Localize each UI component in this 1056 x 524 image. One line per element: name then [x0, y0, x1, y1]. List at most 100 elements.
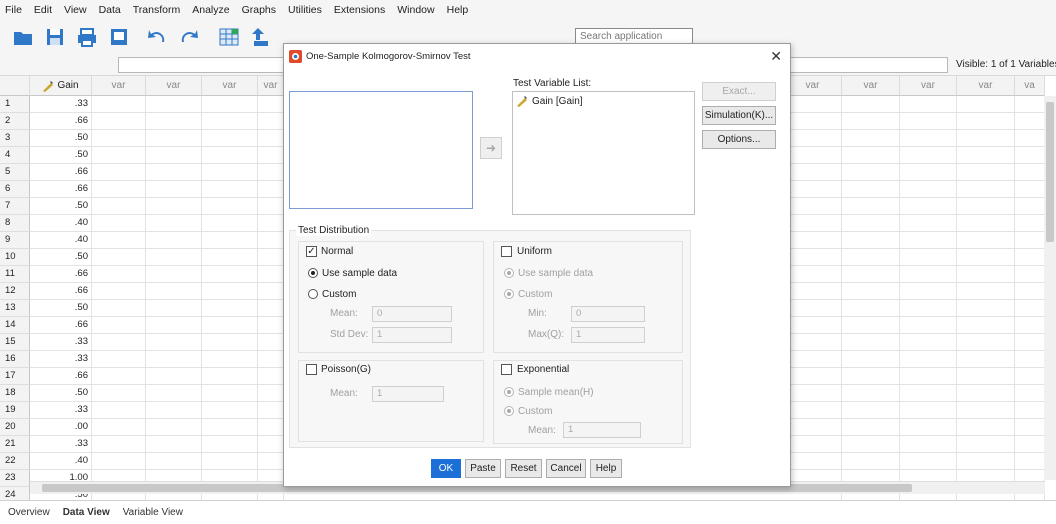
normal-custom-radio[interactable] — [308, 289, 318, 299]
table-cell[interactable] — [92, 232, 146, 249]
table-cell[interactable] — [92, 96, 146, 113]
table-cell[interactable] — [842, 453, 900, 470]
table-cell[interactable] — [146, 334, 202, 351]
table-cell[interactable] — [202, 419, 258, 436]
tab-overview[interactable]: Overview — [0, 507, 55, 518]
column-header-var[interactable]: var — [92, 76, 146, 96]
exponential-mean-input[interactable]: 1 — [563, 422, 641, 438]
table-cell[interactable] — [258, 368, 284, 385]
normal-use-sample-radio[interactable] — [308, 268, 318, 278]
table-cell[interactable] — [1015, 317, 1045, 334]
table-cell[interactable] — [842, 436, 900, 453]
table-cell[interactable] — [1015, 113, 1045, 130]
table-cell[interactable] — [92, 266, 146, 283]
table-cell[interactable] — [1015, 164, 1045, 181]
goto-case-icon[interactable] — [218, 26, 240, 48]
tab-variable-view[interactable]: Variable View — [115, 507, 188, 518]
table-cell[interactable] — [957, 402, 1015, 419]
table-cell[interactable] — [92, 385, 146, 402]
table-cell[interactable] — [900, 453, 957, 470]
table-cell[interactable]: .40 — [30, 215, 92, 232]
table-cell[interactable] — [900, 181, 957, 198]
menu-transform[interactable]: Transform — [128, 4, 187, 16]
table-cell[interactable] — [202, 334, 258, 351]
options-button[interactable]: Options... — [702, 130, 776, 149]
table-cell[interactable] — [1015, 402, 1045, 419]
table-cell[interactable] — [1015, 266, 1045, 283]
poisson-checkbox[interactable] — [306, 364, 317, 375]
exact-button[interactable]: Exact... — [702, 82, 776, 101]
row-header[interactable]: 15 — [0, 334, 30, 351]
table-cell[interactable] — [842, 385, 900, 402]
table-cell[interactable] — [1015, 147, 1045, 164]
row-header[interactable]: 21 — [0, 436, 30, 453]
table-cell[interactable] — [258, 334, 284, 351]
row-header[interactable]: 17 — [0, 368, 30, 385]
table-cell[interactable] — [784, 198, 842, 215]
exponential-checkbox[interactable] — [501, 364, 512, 375]
table-cell[interactable] — [1015, 198, 1045, 215]
table-cell[interactable] — [202, 368, 258, 385]
table-cell[interactable] — [92, 419, 146, 436]
table-cell[interactable] — [957, 249, 1015, 266]
table-cell[interactable] — [957, 368, 1015, 385]
table-cell[interactable] — [202, 436, 258, 453]
table-cell[interactable] — [258, 249, 284, 266]
table-cell[interactable] — [1015, 368, 1045, 385]
table-cell[interactable]: .50 — [30, 300, 92, 317]
help-button[interactable]: Help — [590, 459, 622, 478]
table-cell[interactable] — [900, 436, 957, 453]
uniform-use-sample-radio[interactable] — [504, 268, 514, 278]
table-cell[interactable] — [146, 198, 202, 215]
table-cell[interactable] — [900, 402, 957, 419]
table-cell[interactable] — [900, 147, 957, 164]
table-cell[interactable] — [258, 215, 284, 232]
table-cell[interactable] — [258, 198, 284, 215]
table-cell[interactable] — [92, 181, 146, 198]
table-cell[interactable] — [784, 283, 842, 300]
table-cell[interactable] — [1015, 181, 1045, 198]
table-cell[interactable] — [957, 198, 1015, 215]
table-cell[interactable]: .33 — [30, 351, 92, 368]
table-cell[interactable] — [146, 419, 202, 436]
table-cell[interactable] — [842, 368, 900, 385]
table-cell[interactable] — [900, 215, 957, 232]
table-cell[interactable] — [900, 266, 957, 283]
table-cell[interactable] — [784, 419, 842, 436]
table-cell[interactable] — [1015, 96, 1045, 113]
table-cell[interactable] — [146, 317, 202, 334]
table-cell[interactable] — [900, 232, 957, 249]
exponential-sample-mean-radio[interactable] — [504, 387, 514, 397]
table-cell[interactable] — [146, 181, 202, 198]
table-cell[interactable] — [146, 283, 202, 300]
table-cell[interactable] — [957, 164, 1015, 181]
table-cell[interactable]: .50 — [30, 249, 92, 266]
table-cell[interactable] — [92, 113, 146, 130]
row-header[interactable]: 10 — [0, 249, 30, 266]
table-cell[interactable] — [202, 113, 258, 130]
table-cell[interactable] — [146, 215, 202, 232]
table-cell[interactable] — [258, 300, 284, 317]
redo-icon[interactable] — [178, 26, 200, 48]
table-cell[interactable]: .66 — [30, 283, 92, 300]
table-cell[interactable] — [146, 300, 202, 317]
cancel-button[interactable]: Cancel — [546, 459, 586, 478]
table-cell[interactable] — [900, 283, 957, 300]
table-cell[interactable] — [842, 249, 900, 266]
table-cell[interactable]: .50 — [30, 130, 92, 147]
table-cell[interactable] — [842, 164, 900, 181]
table-cell[interactable] — [202, 402, 258, 419]
table-cell[interactable] — [92, 215, 146, 232]
table-cell[interactable] — [784, 453, 842, 470]
table-cell[interactable] — [957, 181, 1015, 198]
table-cell[interactable] — [92, 453, 146, 470]
table-cell[interactable] — [784, 249, 842, 266]
table-cell[interactable] — [146, 164, 202, 181]
row-header[interactable]: 11 — [0, 266, 30, 283]
table-cell[interactable] — [92, 368, 146, 385]
table-cell[interactable] — [258, 351, 284, 368]
table-cell[interactable] — [92, 402, 146, 419]
table-cell[interactable] — [1015, 334, 1045, 351]
table-cell[interactable] — [146, 232, 202, 249]
list-item[interactable]: Gain [Gain] — [516, 95, 583, 107]
